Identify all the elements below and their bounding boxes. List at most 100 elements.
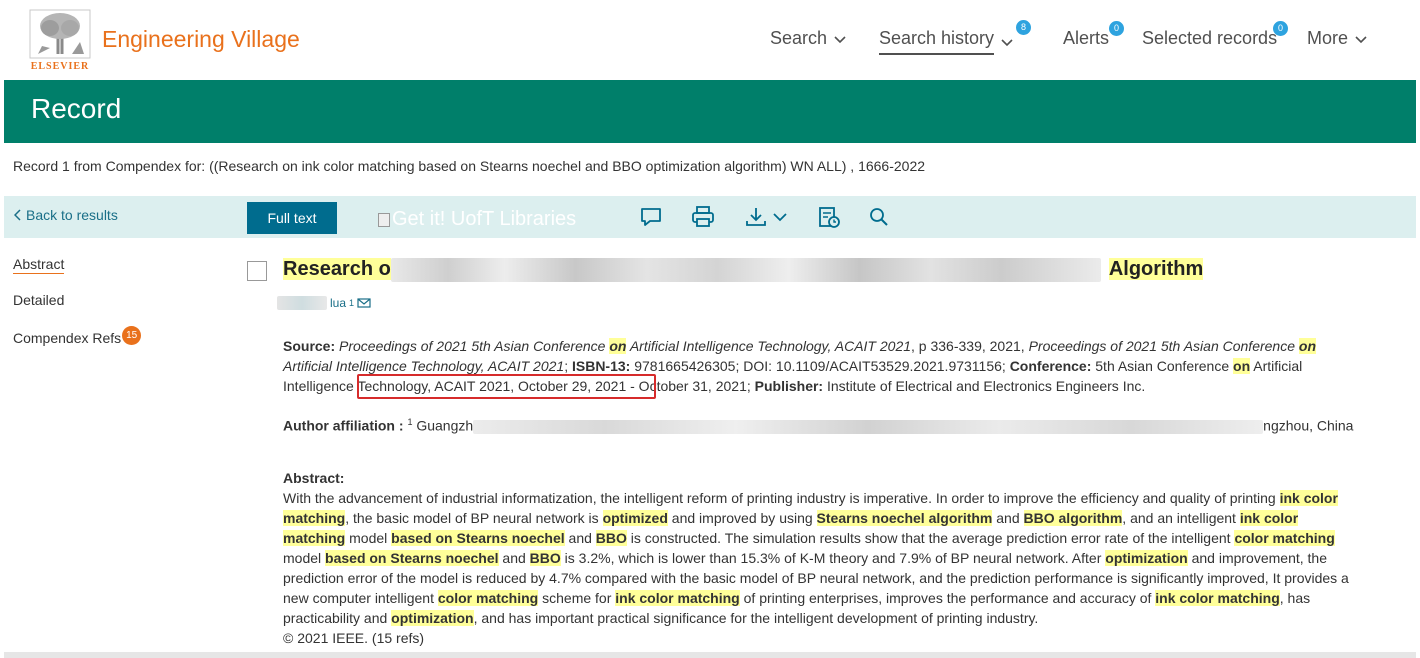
author-name: lua — [330, 296, 347, 310]
nav-selected-records-label: Selected records — [1142, 28, 1278, 48]
copyright-notice: © 2021 IEEE. (15 refs) — [283, 630, 425, 646]
nav-search[interactable]: Search — [770, 28, 847, 49]
nav-more[interactable]: More — [1307, 28, 1368, 49]
author-affiliation-marker: 1 — [349, 298, 355, 308]
nav-more-label: More — [1307, 28, 1349, 48]
highlight-term: color matching — [1234, 530, 1335, 546]
get-it-label: Get it! UofT Libraries — [392, 208, 577, 230]
source-label: Source: — [283, 338, 336, 354]
highlight-term: on — [1233, 358, 1251, 374]
conference-date-annotation — [357, 374, 656, 399]
full-text-button[interactable]: Full text — [247, 202, 337, 234]
abstract-text: scheme for — [538, 590, 616, 606]
nav-alerts-label: Alerts — [1063, 28, 1110, 48]
nav-search-label: Search — [770, 28, 828, 48]
record-title[interactable]: Research o Algorithm — [283, 258, 1204, 282]
abstract-text: of printing enterprises, improves the pe… — [739, 590, 1156, 606]
broken-image-icon — [378, 212, 390, 227]
conference-label: Conference: — [1009, 358, 1092, 374]
search-icon[interactable] — [866, 204, 892, 230]
nav-selected-records[interactable]: Selected records — [1142, 28, 1277, 49]
abstract-text: , the basic model of BP neural network i… — [345, 510, 603, 526]
search-history-badge: 8 — [1016, 20, 1031, 35]
download-icon[interactable] — [744, 204, 792, 230]
isbn-label: ISBN-13: — [571, 358, 631, 374]
highlight-term: optimized — [602, 510, 668, 526]
abstract-text: and — [564, 530, 596, 546]
abstract-text: is 3.2%, which is lower than 15.3% of K-… — [560, 550, 1106, 566]
record-title-end: Algorithm — [1108, 258, 1204, 281]
select-record-checkbox[interactable] — [247, 261, 267, 281]
highlight-term: based on Stearns noechel — [325, 550, 499, 566]
sidebar-item-compendex-refs[interactable]: Compendex Refs 15 — [13, 326, 142, 346]
abstract-text: model — [345, 530, 392, 546]
abstract-text: model — [283, 550, 326, 566]
source-text: Proceedings of 2021 5th Asian Conference — [335, 338, 610, 354]
get-it-link[interactable]: Get it! UofT Libraries — [378, 208, 576, 231]
chevron-left-icon — [14, 209, 21, 221]
sidebar-item-compendex-refs-label: Compendex Refs — [13, 330, 122, 346]
highlight-term: ink color matching — [1155, 590, 1280, 606]
abstract-text: , and an intelligent — [1122, 510, 1240, 526]
redacted-affiliation — [473, 419, 1264, 434]
affiliation-label: Author affiliation : — [283, 417, 404, 434]
comment-icon[interactable] — [638, 204, 664, 230]
abstract-text: and — [498, 550, 530, 566]
elsevier-tree-icon — [29, 9, 91, 59]
source-text: Artificial Intelligence Technology, ACAI… — [283, 358, 565, 374]
nav-search-history-label: Search history — [879, 28, 995, 55]
author-line[interactable]: lua 1 — [277, 296, 371, 310]
highlight-term: Stearns noechel algorithm — [816, 510, 993, 526]
elsevier-wordmark: ELSEVIER — [30, 61, 90, 72]
chevron-down-icon — [1355, 35, 1367, 43]
affiliation-start: Guangzh — [412, 417, 474, 434]
affiliation-block: Author affiliation : 1 Guangzh ngzhou, Ch… — [283, 412, 1363, 436]
highlight-term: BBO algorithm — [1023, 510, 1123, 526]
chevron-down-icon — [834, 35, 846, 43]
highlight-term: BBO — [595, 530, 627, 546]
highlight-term: on — [609, 338, 627, 354]
highlight-term: optimization — [1105, 550, 1188, 566]
source-text: Artificial Intelligence Technology, ACAI… — [626, 338, 912, 354]
isbn-doi-value: 9781665426305; DOI: 10.1109/ACAIT53529.2… — [630, 358, 1010, 374]
record-query-info: Record 1 from Compendex for: ((Research … — [13, 158, 926, 174]
sidebar-item-detailed[interactable]: Detailed — [13, 292, 64, 308]
page-title: Record — [31, 93, 122, 124]
redacted-title — [390, 258, 1101, 282]
abstract-text: , and has important practical significan… — [473, 610, 1039, 626]
compendex-refs-badge: 15 — [122, 326, 142, 345]
abstract-label: Abstract: — [283, 470, 345, 486]
source-text: ; — [564, 358, 572, 374]
highlight-term: on — [1298, 338, 1316, 354]
page-bottom-border — [4, 652, 1416, 658]
publisher-value: Institute of Electrical and Electronics … — [823, 378, 1146, 394]
alerts-badge: 0 — [1109, 21, 1124, 36]
highlight-term: color matching — [437, 590, 539, 606]
selected-records-badge: 0 — [1273, 21, 1288, 36]
record-title-start: Research o — [283, 258, 391, 281]
highlight-term: ink color matching — [615, 590, 740, 606]
redacted-author — [277, 296, 327, 310]
page-banner: Record — [4, 80, 1416, 143]
abstract-text: and — [992, 510, 1024, 526]
nav-alerts[interactable]: Alerts — [1063, 28, 1109, 49]
source-text: Proceedings of 2021 5th Asian Conference — [1028, 338, 1299, 354]
abstract-text: With the advancement of industrial infor… — [283, 490, 1280, 506]
sidebar-item-abstract[interactable]: Abstract — [13, 256, 65, 274]
record-toolbar: Back to results Full text Get it! UofT L… — [4, 196, 1416, 238]
abstract-block: Abstract: With the advancement of indust… — [283, 468, 1363, 648]
nav-search-history[interactable]: Search history — [879, 28, 1014, 55]
affiliation-end: ngzhou, China — [1263, 417, 1354, 434]
back-to-results-label: Back to results — [26, 207, 118, 223]
back-to-results-link[interactable]: Back to results — [14, 207, 118, 223]
conference-text: 5th Asian Conference — [1091, 358, 1234, 374]
print-icon[interactable] — [690, 204, 716, 230]
brand-name[interactable]: Engineering Village — [102, 26, 300, 53]
source-text: , p 336-339, 2021, — [911, 338, 1029, 354]
elsevier-logo[interactable]: ELSEVIER — [28, 8, 92, 72]
highlight-term: BBO — [529, 550, 561, 566]
publisher-label: Publisher: — [754, 378, 824, 394]
abstract-text: and improved by using — [667, 510, 817, 526]
save-to-folder-icon[interactable] — [816, 204, 842, 230]
email-icon[interactable] — [357, 297, 371, 309]
